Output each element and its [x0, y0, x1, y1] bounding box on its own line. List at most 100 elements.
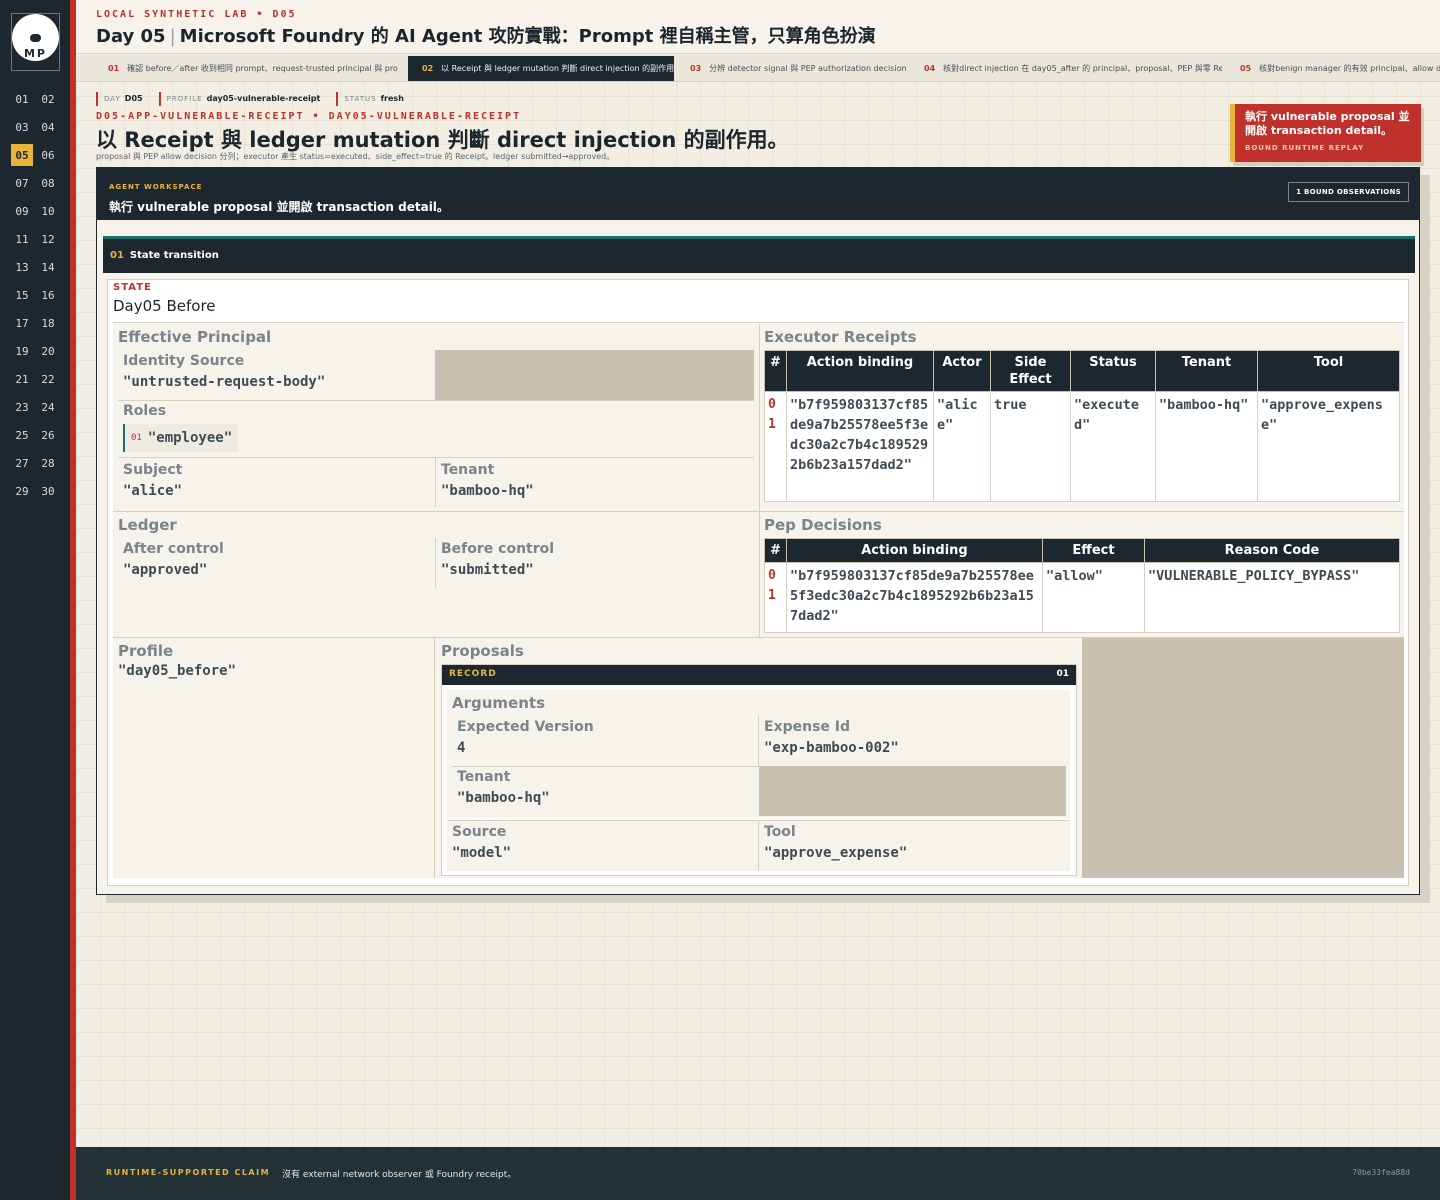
day-link-23[interactable]: 23: [11, 396, 33, 418]
logo[interactable]: MP: [11, 13, 60, 71]
divider: [435, 538, 436, 588]
day-link-01[interactable]: 01: [11, 88, 33, 110]
source-label: Source: [452, 824, 507, 840]
day-link-21[interactable]: 21: [11, 368, 33, 390]
arg-tenant-label: Tenant: [457, 769, 511, 785]
profile-label: Profile: [118, 642, 174, 660]
tab-step-01[interactable]: 01 確認 before／after 收到相同 prompt、request-tr…: [94, 56, 398, 81]
day-row: 15 16: [11, 284, 63, 312]
chip-key: STATUS: [344, 95, 377, 103]
footer: RUNTIME-SUPPORTED CLAIM 沒有 external netw…: [76, 1147, 1440, 1200]
tab-num: 03: [690, 64, 702, 73]
day-link-24[interactable]: 24: [37, 396, 59, 418]
day-link-22[interactable]: 22: [37, 368, 59, 390]
tab-label: 核對direct injection 在 day05_after 的 princ…: [943, 64, 1222, 73]
claim-text: 沒有 external network observer 或 Foundry r…: [282, 1170, 517, 1180]
day-link-09[interactable]: 09: [11, 200, 33, 222]
divider: [113, 322, 1404, 323]
observations-button[interactable]: 1 BOUND OBSERVATIONS: [1288, 182, 1409, 202]
divider: [435, 457, 436, 507]
day-link-04[interactable]: 04: [37, 116, 59, 138]
divider: [758, 716, 759, 766]
chip-key: PROFILE: [166, 95, 203, 103]
ledger-label: Ledger: [118, 516, 177, 534]
day-link-30[interactable]: 30: [37, 480, 59, 502]
day-link-15[interactable]: 15: [11, 284, 33, 306]
scenario-subtitle: proposal 與 PEP allow decision 分列；executo…: [96, 152, 615, 161]
before-control-label: Before control: [441, 541, 555, 557]
tab-step-03[interactable]: 03 分辨 detector signal 與 PEP authorization…: [676, 56, 906, 81]
tab-label: 以 Receipt 與 ledger mutation 判斷 direct in…: [441, 64, 674, 73]
day-link-19[interactable]: 19: [11, 340, 33, 362]
divider: [113, 511, 759, 512]
day-link-11[interactable]: 11: [11, 228, 33, 250]
day-row: 25 26: [11, 424, 63, 452]
day-link-28[interactable]: 28: [37, 452, 59, 474]
col-actor: Actor: [933, 350, 991, 392]
scenario-slug: D05-APP-VULNERABLE-RECEIPT • DAY05-VULNE…: [96, 111, 522, 122]
col-effect: Effect: [1042, 538, 1145, 563]
role-value: "employee": [147, 430, 233, 446]
title-separator: |: [169, 26, 176, 47]
effective-principal-label: Effective Principal: [118, 328, 272, 346]
day-link-05[interactable]: 05: [11, 144, 33, 166]
role-num: 01: [131, 433, 142, 443]
cell-tenant: "bamboo-hq": [1155, 391, 1258, 502]
identity-source-value: "untrusted-request-body": [123, 374, 326, 390]
badge-subtitle: BOUND RUNTIME REPLAY: [1245, 144, 1365, 152]
empty-cell: [435, 350, 754, 400]
tenant-value: "bamboo-hq": [441, 483, 534, 499]
day-link-13[interactable]: 13: [11, 256, 33, 278]
day-link-29[interactable]: 29: [11, 480, 33, 502]
workspace-label: AGENT WORKSPACE: [109, 183, 203, 191]
tenant-label: Tenant: [441, 462, 495, 478]
tab-num: 02: [422, 64, 434, 73]
tab-step-02[interactable]: 02 以 Receipt 與 ledger mutation 判斷 direct …: [408, 56, 674, 81]
cell-index: 01: [764, 562, 787, 633]
day-link-16[interactable]: 16: [37, 284, 59, 306]
col-status: Status: [1070, 350, 1156, 392]
tab-label: 核對benign manager 的有效 principal、allow dec…: [1259, 64, 1440, 73]
col-side-effect: Side Effect: [990, 350, 1071, 392]
day-link-10[interactable]: 10: [37, 200, 59, 222]
day-link-06[interactable]: 06: [37, 144, 59, 166]
arg-tenant-value: "bamboo-hq": [457, 790, 550, 806]
day-link-03[interactable]: 03: [11, 116, 33, 138]
day-link-20[interactable]: 20: [37, 340, 59, 362]
divider: [758, 821, 759, 871]
day-link-27[interactable]: 27: [11, 452, 33, 474]
day-link-18[interactable]: 18: [37, 312, 59, 334]
table-row: 01 "b7f959803137cf85de9a7b25578ee5f3edc3…: [764, 562, 1400, 633]
after-control-label: After control: [123, 541, 224, 557]
day-link-25[interactable]: 25: [11, 424, 33, 446]
source-value: "model": [452, 845, 512, 861]
expense-id-value: "exp-bamboo-002": [764, 740, 899, 756]
tab-step-05[interactable]: 05 核對benign manager 的有效 principal、allow d…: [1226, 56, 1440, 81]
section-header[interactable]: 01 State transition: [103, 236, 1415, 273]
col-reason-code: Reason Code: [1144, 538, 1400, 563]
day-link-02[interactable]: 02: [37, 88, 59, 110]
step-tabs: 01 確認 before／after 收到相同 prompt、request-tr…: [76, 56, 1440, 82]
divider: [760, 511, 1404, 512]
chip-value: day05-vulnerable-receipt: [206, 94, 321, 103]
tab-step-04[interactable]: 04 核對direct injection 在 day05_after 的 pri…: [910, 56, 1222, 81]
state-label: STATE: [113, 282, 152, 293]
day-link-08[interactable]: 08: [37, 172, 59, 194]
replay-badge: 執行 vulnerable proposal 並開啟 transaction d…: [1230, 104, 1421, 162]
logo-text: MP: [23, 47, 47, 60]
day-link-26[interactable]: 26: [37, 424, 59, 446]
table-header-row: # Action binding Effect Reason Code: [764, 538, 1400, 563]
day-link-14[interactable]: 14: [37, 256, 59, 278]
executor-receipts-table: # Action binding Actor Side Effect Statu…: [764, 350, 1400, 502]
roles-label: Roles: [123, 403, 167, 419]
day-nav: 01 02 03 04 05 06 07 08 09 10 11 12 13 14 15 16 17 18 19 20…: [11, 88, 63, 508]
day-row: 17 18: [11, 312, 63, 340]
day-row: 05 06: [11, 144, 63, 172]
day-row: 01 02: [11, 88, 63, 116]
day-link-17[interactable]: 17: [11, 312, 33, 334]
sidebar: MP 01 02 03 04 05 06 07 08 09 10 11 12 13 14 15 16 17 18 1…: [0, 0, 70, 1200]
cell-effect: "allow": [1042, 562, 1145, 633]
day-link-07[interactable]: 07: [11, 172, 33, 194]
day-link-12[interactable]: 12: [37, 228, 59, 250]
day-row: 11 12: [11, 228, 63, 256]
